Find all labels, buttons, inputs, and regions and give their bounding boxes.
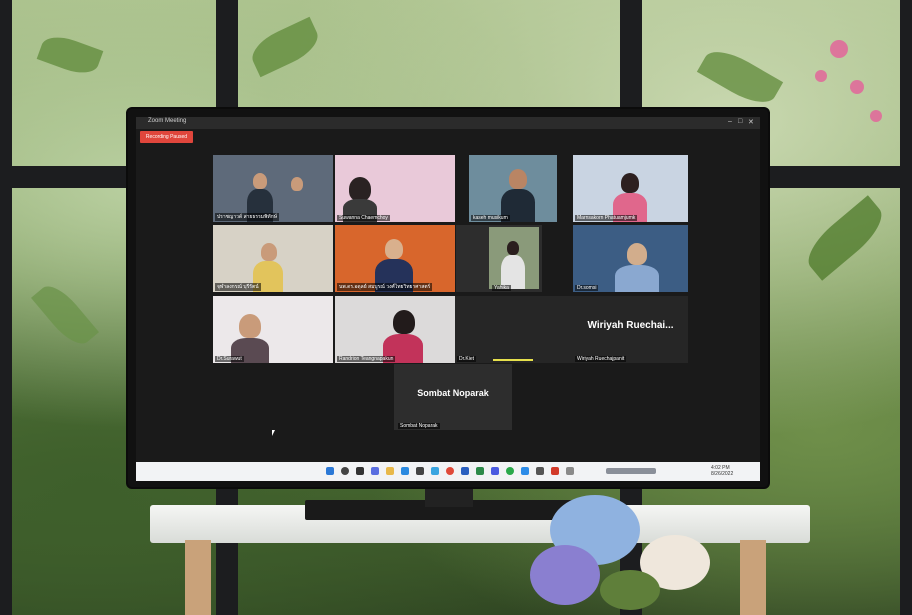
task-view-icon[interactable] [356, 467, 364, 475]
acrobat-icon[interactable] [551, 467, 559, 475]
participant-tile[interactable]: นพ.ดร.อดุลย์ สมบูรณ์ วงศ์ไทยวิทยาศาสตร์ [335, 225, 455, 292]
line-icon[interactable] [506, 467, 514, 475]
app-icon[interactable] [566, 467, 574, 475]
maximize-button[interactable]: □ [738, 118, 742, 125]
word-icon[interactable] [461, 467, 469, 475]
zoom-title-bar: Zoom Meeting – □ ✕ [136, 117, 760, 129]
participant-name: Dr.Kiet [457, 356, 477, 362]
orchid-flower [850, 80, 864, 94]
monitor-screen: Zoom Meeting – □ ✕ Recording Paused ปราช… [136, 117, 760, 481]
participant-tile[interactable]: Suwanna Chaemchoy [335, 155, 455, 222]
teams-icon[interactable] [491, 467, 499, 475]
participant-face [621, 173, 639, 193]
app-icon[interactable] [536, 467, 544, 475]
clock-date: 8/26/2022 [711, 471, 734, 477]
greenery [600, 570, 660, 610]
active-speaker-name: Sombat Noparak [417, 388, 489, 398]
window-title: Zoom Meeting [148, 118, 187, 124]
participant-tile[interactable]: จุฬาลงกรณ์ บุรีรัตน์ [213, 225, 333, 292]
table-leg [185, 540, 211, 615]
participant-name: kaseh musikum [471, 215, 510, 221]
participant-name: Suwanna Chaemchoy [337, 215, 390, 221]
participant-name: Dr.Surawut [215, 356, 244, 362]
participant-name: Yahika [492, 285, 511, 291]
table-leg [740, 540, 766, 615]
zoom-icon[interactable] [521, 467, 529, 475]
participant-face [291, 177, 303, 191]
participant-name: นพ.ดร.อดุลย์ สมบูรณ์ วงศ์ไทยวิทยาศาสตร์ [337, 283, 433, 291]
participant-tile[interactable]: Dr.Surawut [213, 296, 333, 363]
participant-display-name: Wiriyah Ruechai... [587, 320, 674, 331]
monitor-stand [425, 485, 473, 507]
participant-tile[interactable]: Yahika [456, 225, 542, 292]
flower-arrangement [520, 490, 730, 615]
orchid-flower [815, 70, 827, 82]
windows-taskbar: 4:02 PM 8/26/2022 [136, 462, 760, 481]
active-speaker-label: Sombat Noparak [398, 423, 440, 429]
participant-tile[interactable]: Wiriyah Ruechai... Wiriyah Ruechajpanit [573, 296, 688, 363]
minimize-button[interactable]: – [728, 118, 732, 125]
system-tray-icons[interactable] [606, 468, 656, 474]
participant-face [349, 177, 371, 201]
participant-face [507, 241, 519, 255]
active-speaker-indicator [493, 359, 533, 361]
search-icon[interactable] [341, 467, 349, 475]
participant-video [489, 227, 539, 289]
orchid-flower [830, 40, 848, 58]
participant-name: Marnsakorn Phatuamjumk [575, 215, 638, 221]
participant-face [261, 243, 277, 261]
close-button[interactable]: ✕ [748, 118, 754, 126]
excel-icon[interactable] [476, 467, 484, 475]
widgets-icon[interactable] [371, 467, 379, 475]
mouse-cursor [272, 430, 278, 436]
participant-tile[interactable]: Dr.somsi [573, 225, 688, 292]
participant-face [253, 173, 267, 189]
participant-tile[interactable]: ปราชญาวด์ สายธรรมพิทักษ์ [213, 155, 333, 222]
mail-icon[interactable] [431, 467, 439, 475]
participant-face [385, 239, 403, 259]
participant-face [509, 169, 527, 189]
participant-name: Dr.somsi [575, 285, 599, 291]
active-speaker-tile[interactable]: Sombat Noparak [394, 364, 512, 430]
hydrangea-purple [530, 545, 600, 605]
participant-tile[interactable]: Marnsakorn Phatuamjumk [573, 155, 688, 222]
participant-face [627, 243, 647, 265]
start-icon[interactable] [326, 467, 334, 475]
store-icon[interactable] [416, 467, 424, 475]
file-explorer-icon[interactable] [386, 467, 394, 475]
participant-tile[interactable]: Dr.Kiet [455, 296, 573, 363]
chrome-icon[interactable] [446, 467, 454, 475]
participant-face [393, 310, 415, 334]
participant-tile[interactable]: kaseh musikum [469, 155, 557, 222]
taskbar-clock[interactable]: 4:02 PM 8/26/2022 [711, 465, 733, 477]
participant-body [615, 265, 659, 292]
window-frame [900, 0, 912, 615]
participant-face [239, 314, 261, 338]
participant-name: Wiriyah Ruechajpanit [575, 356, 627, 362]
participant-tile[interactable]: Randrion Teangnapakun [335, 296, 455, 363]
participant-name: ปราชญาวด์ สายธรรมพิทักษ์ [215, 213, 279, 221]
orchid-flower [870, 110, 882, 122]
window-frame [0, 0, 12, 615]
participant-name: จุฬาลงกรณ์ บุรีรัตน์ [215, 283, 261, 291]
participant-body [501, 255, 525, 289]
participant-name: Randrion Teangnapakun [337, 356, 396, 362]
edge-icon[interactable] [401, 467, 409, 475]
recording-paused-button[interactable]: Recording Paused [140, 131, 193, 143]
